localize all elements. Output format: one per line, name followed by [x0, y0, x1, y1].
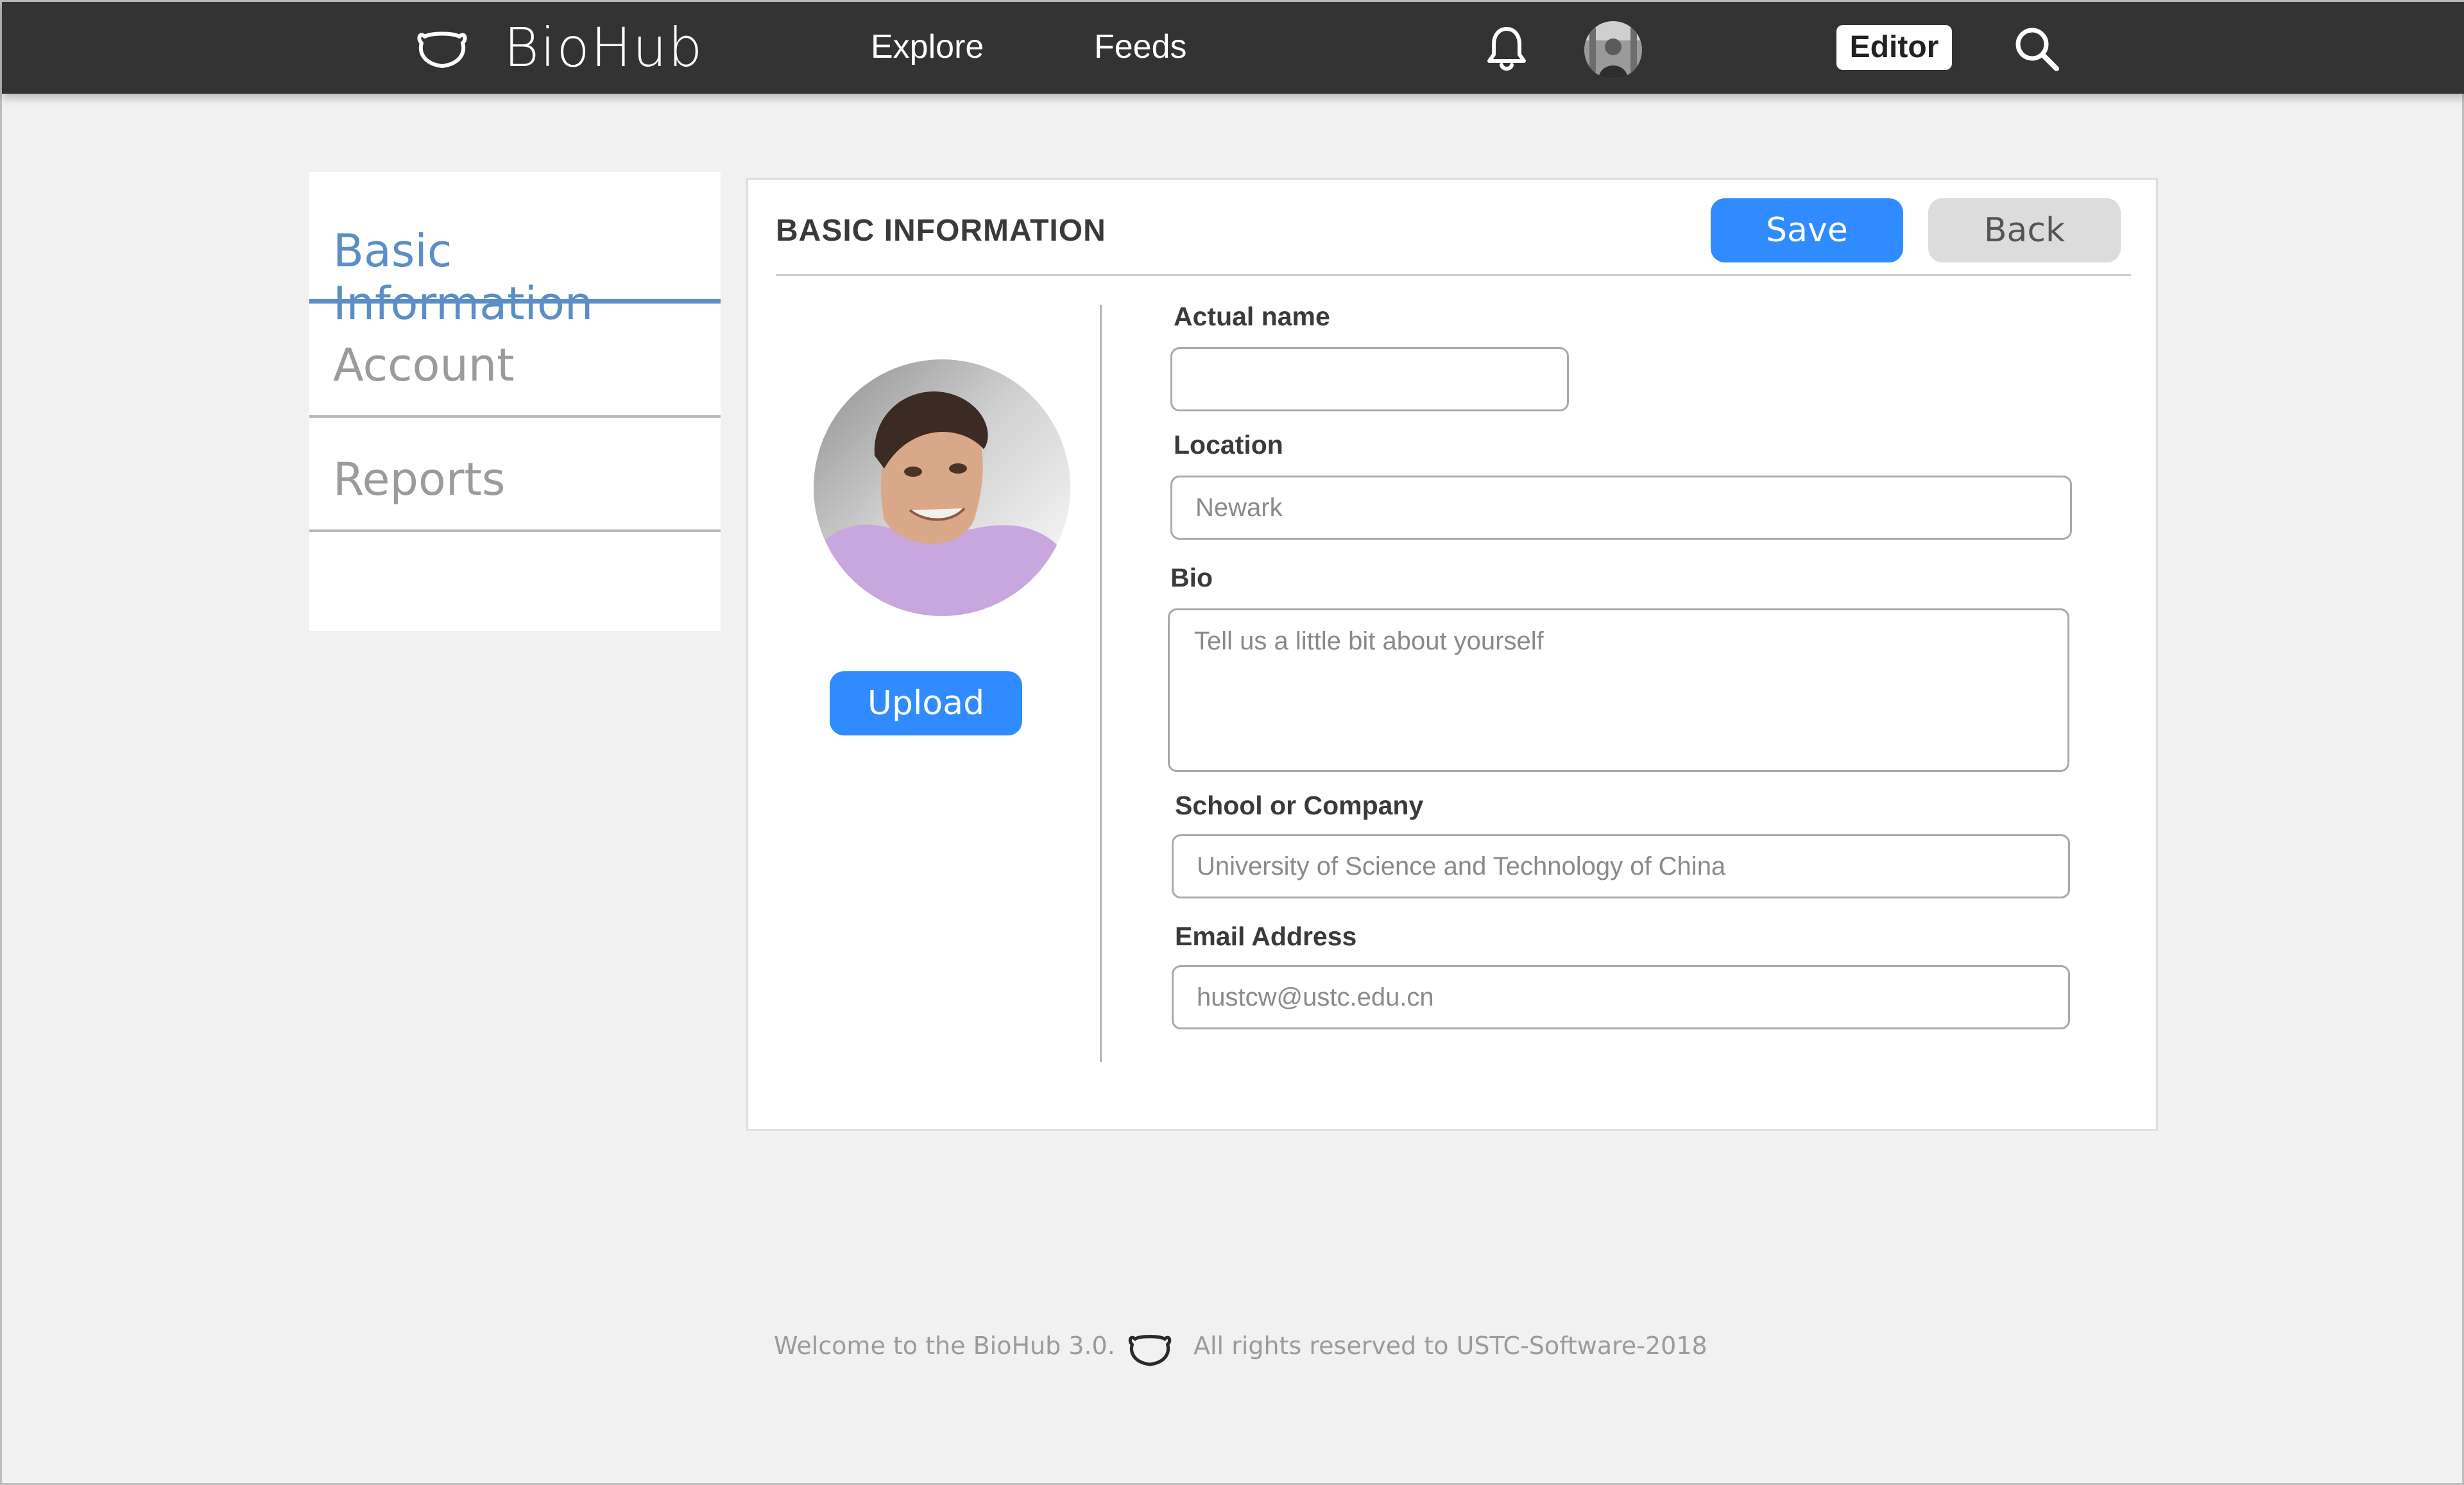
nav-feeds-link[interactable]: Feeds: [1094, 28, 1187, 66]
bio-textarea[interactable]: [1168, 608, 2069, 772]
location-input[interactable]: [1170, 476, 2072, 540]
vertical-divider: [1100, 305, 1102, 1062]
top-navigation-bar: BioHub Explore Feeds Editor: [2, 2, 2464, 94]
email-label: Email Address: [1175, 922, 1357, 951]
back-button[interactable]: Back: [1928, 198, 2121, 262]
save-button[interactable]: Save: [1711, 198, 1903, 262]
actual-name-input[interactable]: [1170, 347, 1569, 411]
panel-title: BASIC INFORMATION: [776, 214, 1106, 248]
settings-sidebar: Basic Information Account Reports: [309, 172, 721, 631]
title-divider: [776, 274, 2131, 276]
bear-face-icon[interactable]: [416, 25, 468, 71]
email-input[interactable]: [1172, 965, 2070, 1029]
footer-welcome-text: Welcome to the BioHub 3.0.: [774, 1332, 1115, 1360]
search-icon[interactable]: [2012, 24, 2060, 73]
bear-face-icon: [1128, 1335, 1172, 1366]
sidebar-item-label: Reports: [333, 453, 506, 506]
sidebar-item-account[interactable]: Account: [309, 304, 721, 418]
profile-photo-image: [814, 359, 1070, 616]
footer-rights-text: All rights reserved to USTC-Software-201…: [1194, 1332, 1707, 1360]
bell-icon[interactable]: [1484, 25, 1529, 74]
editor-button[interactable]: Editor: [1836, 25, 1952, 70]
actual-name-label: Actual name: [1174, 302, 1330, 331]
school-label: School or Company: [1175, 791, 1424, 820]
profile-photo: [814, 359, 1070, 616]
brand-name[interactable]: BioHub: [504, 16, 703, 79]
sidebar-item-reports[interactable]: Reports: [309, 418, 721, 532]
location-label: Location: [1174, 430, 1283, 459]
upload-photo-button[interactable]: Upload: [830, 671, 1022, 735]
nav-explore-link[interactable]: Explore: [871, 28, 984, 66]
bio-label: Bio: [1170, 563, 1213, 592]
school-input[interactable]: [1172, 834, 2070, 898]
sidebar-item-basic-information[interactable]: Basic Information: [309, 172, 721, 330]
basic-information-panel: BASIC INFORMATION Save Back Upload Actua…: [746, 178, 2158, 1131]
avatar-image: [1584, 21, 1642, 79]
user-avatar[interactable]: [1584, 21, 1642, 79]
sidebar-item-label: Account: [333, 339, 515, 391]
